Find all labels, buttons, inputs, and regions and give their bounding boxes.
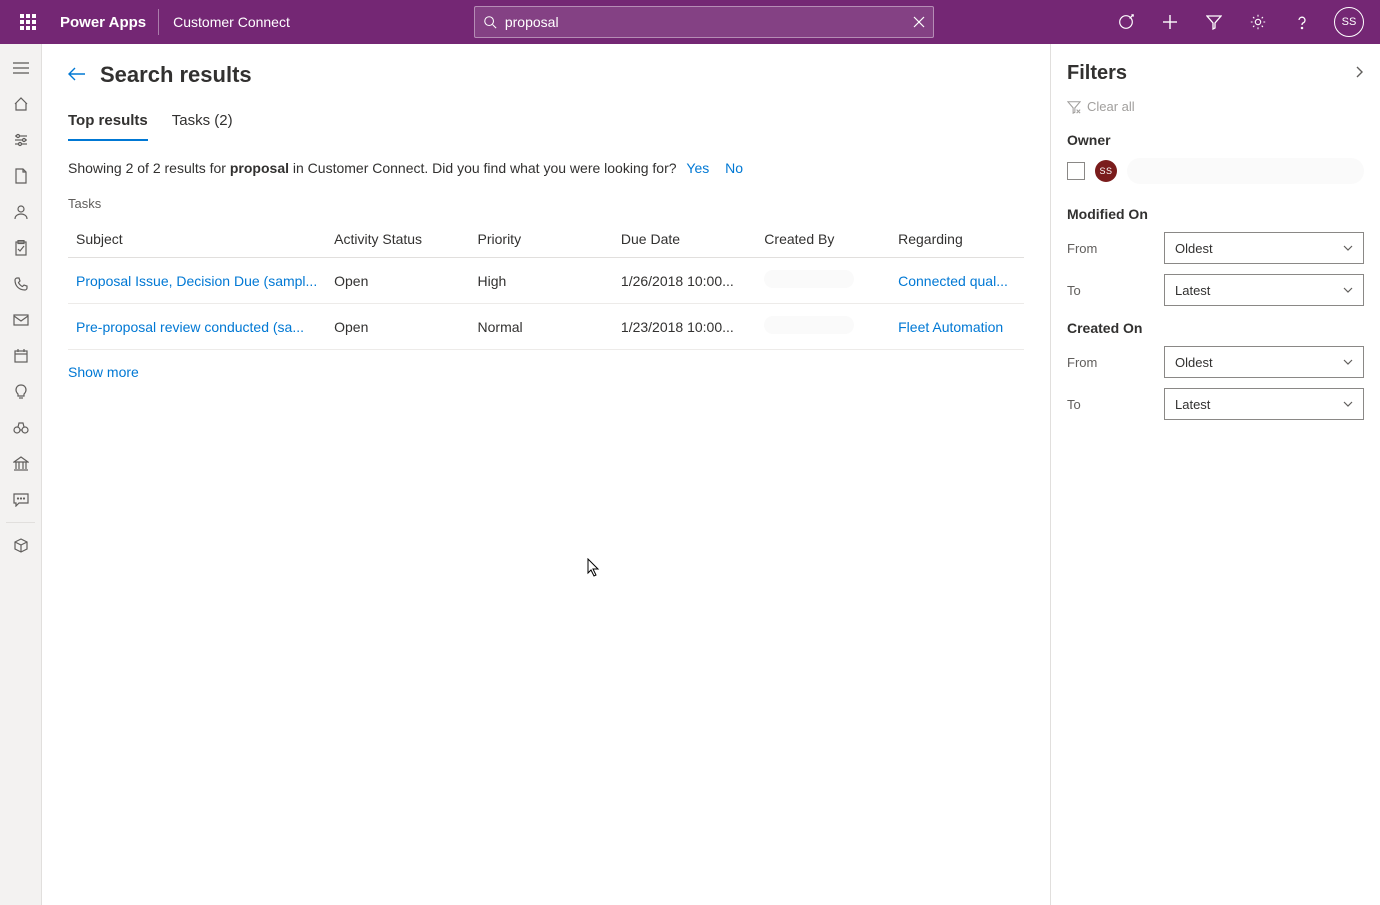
left-nav [0,44,42,905]
nav-idea[interactable] [0,374,41,410]
nav-chat[interactable] [0,482,41,518]
tabs: Top results Tasks (2) [68,106,1024,142]
col-regarding[interactable]: Regarding [890,221,1024,258]
help-button[interactable] [1282,0,1322,44]
settings-button[interactable] [1238,0,1278,44]
owner-filter-row: SS [1067,158,1364,184]
col-activity-status[interactable]: Activity Status [326,221,469,258]
nav-phone[interactable] [0,266,41,302]
add-button[interactable] [1150,0,1190,44]
chevron-down-icon [1343,245,1353,251]
nav-mail[interactable] [0,302,41,338]
created-to-label: To [1067,397,1147,412]
nav-document[interactable] [0,158,41,194]
target-icon[interactable] [1106,0,1146,44]
filter-owner-label: Owner [1067,132,1364,148]
filter-button[interactable] [1194,0,1234,44]
cell-priority: Normal [470,304,613,350]
page-title: Search results [100,62,252,88]
col-created-by[interactable]: Created By [756,221,890,258]
col-subject[interactable]: Subject [68,221,326,258]
filter-modified-on-label: Modified On [1067,206,1364,222]
back-button[interactable] [68,67,86,84]
cell-created-by [756,304,890,350]
nav-person[interactable] [0,194,41,230]
tab-top-results[interactable]: Top results [68,106,148,141]
clear-all-filters[interactable]: Clear all [1067,99,1364,114]
nav-clipboard[interactable] [0,230,41,266]
cell-activity-status: Open [326,304,469,350]
subject-link[interactable]: Proposal Issue, Decision Due (sampl... [76,273,317,289]
main-content: Search results Top results Tasks (2) Sho… [42,44,1050,905]
page-header: Search results [68,62,1024,88]
search-input[interactable] [497,14,913,30]
cell-due-date: 1/26/2018 10:00... [613,258,756,304]
col-due-date[interactable]: Due Date [613,221,756,258]
results-table: Subject Activity Status Priority Due Dat… [68,221,1024,350]
show-more-link[interactable]: Show more [68,364,139,380]
modified-from-label: From [1067,241,1147,256]
brand-name: Power Apps [48,14,158,31]
created-from-label: From [1067,355,1147,370]
chevron-down-icon [1343,401,1353,407]
clear-filter-icon [1067,100,1081,114]
nav-package[interactable] [0,527,41,563]
filters-panel: Filters Clear all Owner SS Modified On F… [1050,44,1380,905]
feedback-yes[interactable]: Yes [680,160,715,176]
regarding-link[interactable]: Connected qual... [898,273,1008,289]
nav-adjust[interactable] [0,122,41,158]
nav-calendar[interactable] [0,338,41,374]
chevron-down-icon [1343,287,1353,293]
owner-avatar-icon: SS [1095,160,1117,182]
owner-name [1127,158,1364,184]
table-row[interactable]: Proposal Issue, Decision Due (sampl... O… [68,258,1024,304]
feedback-no[interactable]: No [719,160,749,176]
topbar: Power Apps Customer Connect SS [0,0,1380,44]
modified-to-select[interactable]: Latest [1164,274,1364,306]
nav-home[interactable] [0,86,41,122]
collapse-filters-icon[interactable] [1354,65,1364,82]
subject-link[interactable]: Pre-proposal review conducted (sa... [76,319,304,335]
app-launcher-button[interactable] [8,14,48,30]
filter-created-on-label: Created On [1067,320,1364,336]
nav-binoculars[interactable] [0,410,41,446]
clear-search-icon[interactable] [913,16,925,28]
cell-activity-status: Open [326,258,469,304]
nav-bank[interactable] [0,446,41,482]
table-row[interactable]: Pre-proposal review conducted (sa... Ope… [68,304,1024,350]
nav-hamburger[interactable] [0,50,41,86]
chevron-down-icon [1343,359,1353,365]
created-from-select[interactable]: Oldest [1164,346,1364,378]
filters-title: Filters [1067,62,1127,85]
cell-created-by [756,258,890,304]
search-box[interactable] [474,6,934,38]
created-to-select[interactable]: Latest [1164,388,1364,420]
app-name: Customer Connect [159,14,304,30]
col-priority[interactable]: Priority [470,221,613,258]
regarding-link[interactable]: Fleet Automation [898,319,1003,335]
tab-tasks[interactable]: Tasks (2) [172,106,233,141]
waffle-icon [20,14,36,30]
cell-due-date: 1/23/2018 10:00... [613,304,756,350]
modified-to-label: To [1067,283,1147,298]
results-summary: Showing 2 of 2 results for proposal in C… [68,160,1024,176]
owner-checkbox[interactable] [1067,162,1085,180]
modified-from-select[interactable]: Oldest [1164,232,1364,264]
search-icon [483,15,497,29]
section-label: Tasks [68,196,1024,211]
cell-priority: High [470,258,613,304]
user-avatar[interactable]: SS [1334,7,1364,37]
